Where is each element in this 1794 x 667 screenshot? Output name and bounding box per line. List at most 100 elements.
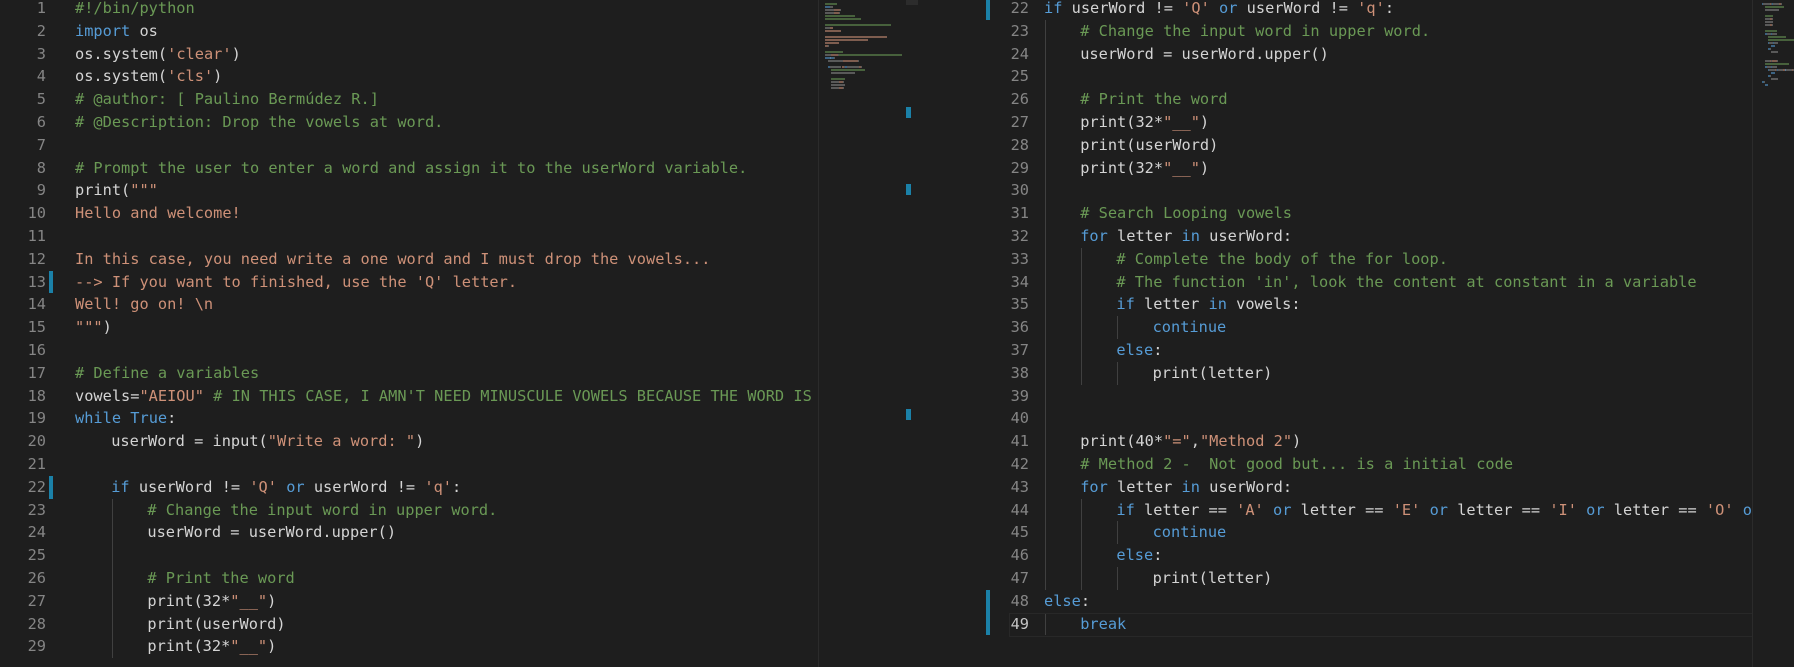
code-line[interactable]: userWord = userWord.upper()	[1080, 43, 1329, 66]
indent-guide	[1045, 88, 1046, 111]
code-token: 'Q'	[1182, 0, 1210, 17]
line-number: 41	[1010, 432, 1029, 451]
minimap-right[interactable]	[1752, 0, 1794, 667]
code-line[interactable]: continue	[1153, 521, 1227, 544]
code-line[interactable]: print(userWord)	[1080, 134, 1218, 157]
code-token: 'q'	[424, 477, 452, 496]
code-line[interactable]: # @Description: Drop the vowels at word.	[75, 111, 443, 134]
code-line[interactable]: while True:	[75, 407, 176, 430]
line-number: 29	[27, 637, 46, 656]
indent-guide	[1045, 407, 1046, 431]
code-line[interactable]: # The function 'in', look the content at…	[1116, 271, 1696, 294]
minimap-stroke	[1776, 60, 1777, 62]
code-line[interactable]: continue	[1153, 316, 1227, 339]
code-token: :	[1080, 591, 1091, 610]
minimap-stroke	[825, 51, 843, 53]
code-line[interactable]: # Change the input word in upper word.	[147, 499, 497, 522]
code-line[interactable]: if letter == 'A' or letter == 'E' or let…	[1116, 499, 1752, 522]
code-line[interactable]: In this case, you need write a one word …	[75, 248, 710, 271]
code-line[interactable]: print(letter)	[1153, 567, 1273, 590]
code-line[interactable]: # Prompt the user to enter a word and as…	[75, 157, 747, 180]
code-line[interactable]: print("""	[75, 179, 158, 202]
code-line[interactable]: for letter in userWord:	[1080, 225, 1292, 248]
code-token: True	[130, 409, 168, 428]
code-token: userWord !=	[129, 477, 250, 496]
code-token: or	[1272, 500, 1292, 519]
modified-line-marker	[986, 612, 990, 636]
line-number: 22	[1010, 0, 1029, 17]
code-line[interactable]: userWord = userWord.upper()	[147, 521, 396, 544]
minimap-stroke	[830, 27, 834, 29]
minimap-stroke	[1771, 66, 1777, 68]
code-line[interactable]: # Print the word	[147, 567, 294, 590]
code-token: print(40*	[1080, 432, 1164, 451]
scrollbar-thumb[interactable]	[906, 0, 918, 5]
code-area[interactable]: if userWord != 'Q' or userWord != 'q': # …	[1044, 0, 1752, 667]
code-token: )	[1199, 113, 1210, 131]
code-line[interactable]: if letter in vowels:	[1116, 293, 1300, 316]
modified-line-marker	[49, 270, 53, 294]
code-line[interactable]: print(32*"__")	[147, 590, 276, 613]
minimap-stroke	[825, 42, 839, 44]
code-token: "__"	[230, 637, 268, 656]
line-number: 32	[1010, 227, 1029, 245]
code-token: "__"	[1163, 113, 1200, 131]
code-token: print(32*	[147, 591, 231, 610]
code-line[interactable]: if userWord != 'Q' or userWord != 'q':	[1044, 0, 1394, 20]
minimap-stroke	[834, 57, 835, 59]
code-line[interactable]: print(letter)	[1153, 362, 1273, 385]
code-line[interactable]: for letter in userWord:	[1080, 476, 1292, 499]
scroll-change-marker	[906, 184, 911, 195]
code-line[interactable]: import os	[75, 20, 158, 43]
indent-guide	[1045, 453, 1046, 476]
editor-group-left[interactable]: 1 2 3 4 5 6 7 8 9 10 11 12 13 14 15 16 17 18 19 20 21 22 23 24 2…	[0, 0, 818, 667]
minimap-stroke	[838, 54, 903, 56]
code-line[interactable]: # Search Looping vowels	[1080, 202, 1292, 225]
code-line[interactable]: # Complete the body of the for loop.	[1116, 248, 1448, 271]
editor-group-right[interactable]: 22 23 24 25 26 27 28 29 30 31 32 33 34 35 36 37 38 39 40 41…	[924, 0, 1752, 667]
indent-guide	[1081, 316, 1083, 339]
line-number: 42	[1010, 455, 1029, 473]
code-line[interactable]: vowels="AEIOU" # IN THIS CASE, I AMN'T N…	[75, 385, 818, 408]
code-token: print(	[75, 181, 131, 200]
code-token: print(letter)	[1152, 363, 1273, 382]
line-number: 26	[1010, 90, 1029, 109]
minimap-stroke	[1770, 48, 1771, 50]
code-line[interactable]: print(32*"__")	[1080, 111, 1209, 134]
indent-guide	[112, 589, 114, 613]
code-line[interactable]: print(userWord)	[147, 613, 285, 636]
code-line[interactable]: print(32*"__")	[1080, 157, 1209, 180]
indent-guide	[112, 612, 114, 636]
code-line[interactable]: else:	[1116, 544, 1162, 567]
code-line[interactable]: # Change the input word in upper word.	[1080, 20, 1430, 43]
code-token: # @author: [ Paulino Bermúdez R.]	[75, 90, 379, 109]
code-area[interactable]: #!/bin/python import os os.system('clear')…	[75, 0, 818, 667]
code-line[interactable]: # @author: [ Paulino Bermúdez R.]	[75, 88, 379, 111]
code-line[interactable]: --> If you want to finished, use the 'Q'…	[75, 271, 517, 294]
code-line[interactable]: else:	[1044, 590, 1090, 613]
workbench: 1 2 3 4 5 6 7 8 9 10 11 12 13 14 15 16 17 18 19 20 21 22 23 24 2…	[0, 0, 1794, 667]
code-token: or	[1742, 500, 1752, 519]
code-line[interactable]: print(40*"=","Method 2")	[1080, 430, 1301, 453]
code-line[interactable]: #!/bin/python	[75, 0, 195, 20]
indent-guide	[1081, 293, 1083, 317]
code-line[interactable]: Hello and welcome!	[75, 202, 241, 225]
minimap-stroke	[861, 66, 863, 68]
minimap-left[interactable]	[818, 0, 919, 667]
code-line[interactable]: Well! go on! \n	[75, 293, 213, 316]
scrollbar-left[interactable]	[906, 0, 918, 667]
code-line[interactable]: # Print the word	[1080, 88, 1227, 111]
code-line[interactable]: print(32*"__")	[147, 635, 276, 658]
code-line[interactable]: if userWord != 'Q' or userWord != 'q':	[111, 476, 461, 499]
code-line[interactable]: # Method 2 - Not good but... is a initia…	[1080, 453, 1513, 476]
line-number: 18	[27, 386, 46, 405]
code-token: :	[1153, 341, 1163, 359]
code-line[interactable]: os.system('cls')	[75, 65, 222, 88]
indent-guide	[1045, 247, 1046, 271]
code-line[interactable]: os.system('clear')	[75, 43, 241, 66]
code-line[interactable]: else:	[1116, 339, 1162, 362]
code-line[interactable]: userWord = input("Write a word: ")	[111, 430, 424, 453]
code-line[interactable]: """)	[75, 316, 112, 339]
code-line[interactable]: # Define a variables	[75, 362, 259, 385]
